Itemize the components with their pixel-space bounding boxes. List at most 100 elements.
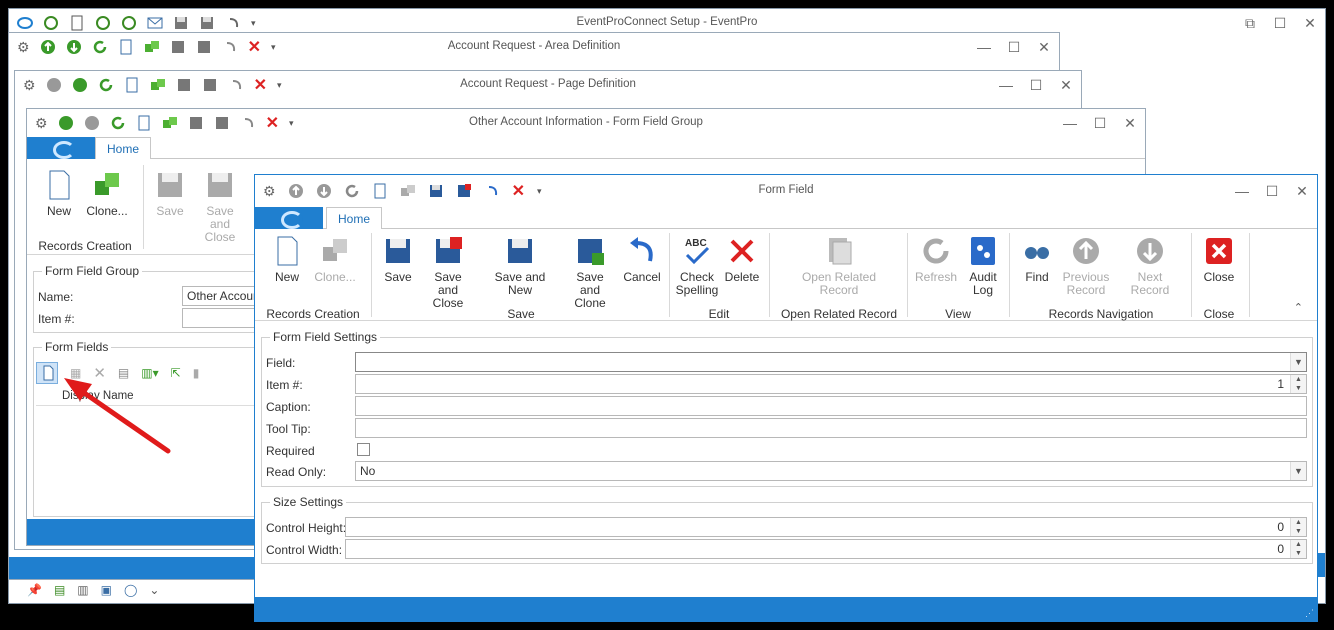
- undo-icon[interactable]: [222, 39, 238, 55]
- minimize-icon[interactable]: —: [1227, 183, 1257, 199]
- new-icon[interactable]: [124, 77, 140, 93]
- clone-icon[interactable]: [400, 183, 416, 199]
- save-icon[interactable]: [176, 77, 192, 93]
- up-arrow-icon[interactable]: [40, 39, 56, 55]
- up-arrow-icon[interactable]: [46, 77, 62, 93]
- clone-button[interactable]: Clone...: [313, 235, 357, 284]
- save-icon[interactable]: [170, 39, 186, 55]
- chat-icon[interactable]: ◯: [124, 583, 137, 597]
- undo-icon[interactable]: [484, 183, 500, 199]
- undo-icon[interactable]: [228, 77, 244, 93]
- new-icon[interactable]: [136, 115, 152, 131]
- save-close-icon[interactable]: [214, 115, 230, 131]
- green-arrow-icon[interactable]: [43, 15, 59, 31]
- refresh-icon[interactable]: [110, 115, 126, 131]
- caption-field[interactable]: [355, 396, 1307, 416]
- customize-quick-access-icon[interactable]: ▾: [537, 186, 542, 197]
- control-height-spinner[interactable]: 0 ▲ ▼: [345, 517, 1307, 537]
- clone-icon[interactable]: [162, 115, 178, 131]
- down-arrow-icon[interactable]: [66, 39, 82, 55]
- clone-icon[interactable]: [150, 77, 166, 93]
- save-close-button[interactable]: Save and Close: [195, 169, 245, 244]
- close-icon[interactable]: ✕: [1295, 15, 1325, 32]
- up-arrow-icon[interactable]: [288, 183, 304, 199]
- delete-button[interactable]: Delete: [723, 235, 761, 284]
- customize-quick-access-icon[interactable]: ▾: [271, 42, 276, 53]
- delete-icon[interactable]: ✕: [248, 37, 261, 57]
- open-related-record-button[interactable]: Open Related Record: [795, 235, 883, 297]
- gear-icon[interactable]: ⚙: [35, 115, 48, 132]
- chevron-down-icon[interactable]: ⌄: [149, 583, 159, 597]
- new-button[interactable]: New: [41, 169, 77, 218]
- save-close-icon[interactable]: [202, 77, 218, 93]
- maximize-icon[interactable]: ☐: [1021, 77, 1051, 94]
- tab-home[interactable]: Home: [326, 207, 383, 230]
- close-icon[interactable]: ✕: [1051, 77, 1081, 94]
- down-arrow-icon[interactable]: [84, 115, 100, 131]
- clone-field-icon[interactable]: ▦: [70, 366, 81, 380]
- save-close-icon[interactable]: [456, 183, 472, 199]
- refresh-icon[interactable]: [92, 39, 108, 55]
- close-icon[interactable]: ✕: [1115, 115, 1145, 132]
- app-menu-logo[interactable]: [255, 207, 323, 229]
- print-icon[interactable]: ▥: [77, 583, 88, 597]
- clone-icon[interactable]: [144, 39, 160, 55]
- down-arrow-icon[interactable]: [316, 183, 332, 199]
- customize-quick-access-icon[interactable]: ▾: [289, 118, 294, 129]
- maximize-icon[interactable]: ☐: [999, 39, 1029, 56]
- control-width-spinner[interactable]: 0 ▲ ▼: [345, 539, 1307, 559]
- cancel-button[interactable]: Cancel: [623, 235, 661, 284]
- down-arrow-icon[interactable]: [72, 77, 88, 93]
- gear-icon[interactable]: ⚙: [17, 39, 30, 56]
- minimize-icon[interactable]: —: [969, 39, 999, 55]
- refresh-green-icon[interactable]: [95, 15, 111, 31]
- previous-record-button[interactable]: Previous Record: [1061, 235, 1111, 297]
- audit-log-button[interactable]: Audit Log: [963, 235, 1003, 297]
- refresh-icon[interactable]: [344, 183, 360, 199]
- add-field-button[interactable]: [36, 362, 58, 384]
- grid-icon[interactable]: ▤: [54, 583, 65, 597]
- clone-button[interactable]: Clone...: [85, 169, 129, 218]
- save-clone-button[interactable]: Save and Clone: [565, 235, 615, 310]
- undo-icon[interactable]: [225, 15, 241, 31]
- delete-icon[interactable]: ✕: [266, 113, 279, 133]
- gear-icon[interactable]: ⚙: [263, 183, 276, 200]
- spinner-arrows-icon[interactable]: ▲ ▼: [1290, 540, 1306, 558]
- maximize-icon[interactable]: ☐: [1085, 115, 1115, 132]
- resize-grip-icon[interactable]: ⋰: [1305, 608, 1314, 619]
- refresh-green-icon[interactable]: [121, 15, 137, 31]
- document-icon[interactable]: [69, 15, 85, 31]
- user-list-icon[interactable]: ▣: [101, 583, 112, 597]
- spinner-arrows-icon[interactable]: ▲ ▼: [1290, 375, 1306, 393]
- customize-quick-access-icon[interactable]: ▾: [277, 80, 282, 91]
- delete-field-icon[interactable]: ✕: [93, 364, 106, 382]
- pin-icon[interactable]: 📌: [27, 583, 42, 597]
- new-icon[interactable]: [372, 183, 388, 199]
- column-header-display-name[interactable]: Display Name: [62, 390, 134, 402]
- minimize-icon[interactable]: —: [991, 77, 1021, 93]
- save-close-icon[interactable]: [199, 15, 215, 31]
- read-only-dropdown[interactable]: No ▼: [355, 461, 1307, 481]
- maximize-icon[interactable]: ☐: [1265, 15, 1295, 32]
- up-arrow-icon[interactable]: [58, 115, 74, 131]
- tooltip-field[interactable]: [355, 418, 1307, 438]
- chevron-down-icon[interactable]: ▼: [1290, 353, 1306, 371]
- save-icon[interactable]: [173, 15, 189, 31]
- save-button[interactable]: Save: [153, 169, 187, 218]
- save-close-icon[interactable]: [196, 39, 212, 55]
- chevron-down-icon[interactable]: ▼: [1290, 462, 1306, 480]
- close-button[interactable]: Close: [1199, 235, 1239, 284]
- layout-icon[interactable]: ▥▾: [141, 366, 158, 380]
- save-close-button[interactable]: Save and Close: [423, 235, 473, 310]
- new-icon[interactable]: [118, 39, 134, 55]
- save-button[interactable]: Save: [381, 235, 415, 284]
- close-icon[interactable]: ✕: [1029, 39, 1059, 56]
- delete-icon[interactable]: ✕: [254, 75, 267, 95]
- refresh-icon[interactable]: [98, 77, 114, 93]
- field-dropdown[interactable]: ▼: [355, 352, 1307, 372]
- maximize-icon[interactable]: ☐: [1257, 183, 1287, 200]
- collapse-ribbon-icon[interactable]: ⌃: [1294, 301, 1303, 314]
- mail-icon[interactable]: [147, 15, 163, 31]
- item-number-spinner[interactable]: 1 ▲ ▼: [355, 374, 1307, 394]
- undo-icon[interactable]: [240, 115, 256, 131]
